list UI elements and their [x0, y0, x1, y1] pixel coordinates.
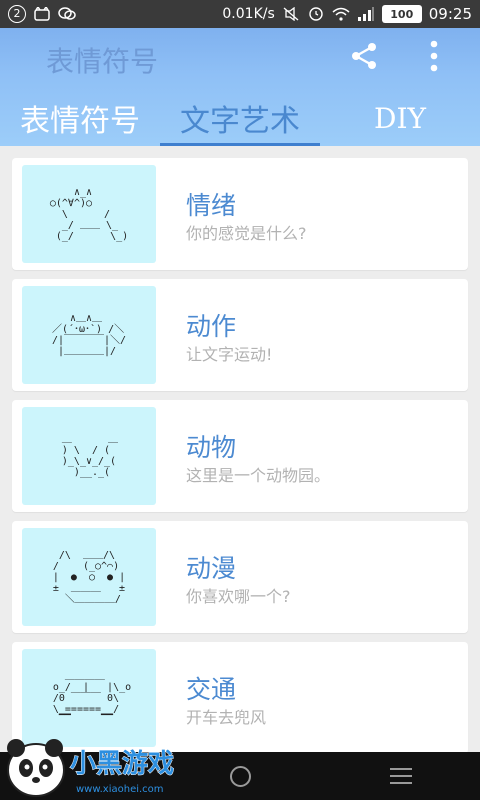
category-subtitle: 这里是一个动物园。: [186, 466, 331, 485]
status-bar: 2 0.01K/s 100 09:25: [0, 0, 480, 28]
category-title: 交通: [186, 675, 237, 704]
category-card-emotion[interactable]: ∧_∧ ○(^∀^)○ \ / _/ ＿＿ \_ (_/ \_) 情绪 你的感觉…: [12, 158, 468, 270]
ascii-art: ∧＿∧＿ ／(´･ω･`) /＼ /|￣￣￣￣|＼/ |＿＿＿＿|/: [51, 313, 127, 357]
category-card-action[interactable]: ∧＿∧＿ ／(´･ω･`) /＼ /|￣￣￣￣|＼/ |＿＿＿＿|/ 动作 让文…: [12, 279, 468, 391]
active-tab-indicator: [160, 143, 320, 146]
ascii-art-thumbnail: ∧＿∧＿ ／(´･ω･`) /＼ /|￣￣￣￣|＼/ |＿＿＿＿|/: [22, 286, 156, 384]
watermark-text: 小黑游戏: [70, 749, 174, 779]
chat-notification-icon: [58, 7, 76, 20]
battery-indicator: 100: [381, 5, 422, 23]
ascii-art-thumbnail: ＿ ＿ ) \ / ( )_\_∨_/_( )__._(: [22, 407, 156, 505]
category-subtitle: 你喜欢哪一个?: [186, 587, 291, 606]
category-card-animal[interactable]: ＿ ＿ ) \ / ( )_\_∨_/_( )__._( 动物 这里是一个动物园…: [12, 400, 468, 512]
home-icon[interactable]: [230, 766, 251, 787]
share-icon[interactable]: [348, 40, 380, 72]
category-subtitle: 开车去兜风: [186, 708, 267, 727]
mute-icon: [283, 7, 299, 21]
alarm-icon: [309, 7, 323, 21]
watermark-logo: 小黑游戏 www.xiaohei.com: [7, 739, 175, 797]
net-speed: 0.01K/s: [222, 6, 275, 22]
menu-icon[interactable]: [390, 768, 412, 784]
tab-bar: 表情符号 文字艺术 DIY: [0, 90, 480, 146]
category-title: 动作: [186, 312, 237, 341]
signal-icon: [357, 7, 374, 21]
app-title: 表情符号: [46, 45, 159, 78]
category-title: 动物: [186, 433, 237, 462]
wifi-icon: [332, 7, 350, 21]
tab-emoticons[interactable]: 表情符号: [0, 90, 160, 146]
cat-notification-icon: [34, 7, 50, 21]
more-vertical-icon[interactable]: [424, 40, 444, 72]
ascii-art: ∧_∧ ○(^∀^)○ \ / _/ ＿＿ \_ (_/ \_): [49, 186, 129, 242]
category-title: 情绪: [186, 191, 237, 220]
notification-count-badge: 2: [8, 5, 26, 23]
clock: 09:25: [428, 5, 472, 23]
ascii-art: ＿＿＿＿ o_/ | |\_o /0 ￣￣￣ 0\ \_======__/ ▔▔…: [52, 670, 132, 726]
tab-diy[interactable]: DIY: [320, 90, 480, 146]
tab-text-art[interactable]: 文字艺术: [160, 90, 320, 146]
ascii-art: /\ ＿＿/\ / (_○^⌒) | ● ○ ● | ± ＿＿＿ ± ＼＿＿＿＿…: [52, 549, 126, 605]
category-card-anime[interactable]: /\ ＿＿/\ / (_○^⌒) | ● ○ ● | ± ＿＿＿ ± ＼＿＿＿＿…: [12, 521, 468, 633]
ascii-art: ＿ ＿ ) \ / ( )_\_∨_/_( )__._(: [61, 434, 119, 478]
ascii-art-thumbnail: /\ ＿＿/\ / (_○^⌒) | ● ○ ● | ± ＿＿＿ ± ＼＿＿＿＿…: [22, 528, 156, 626]
category-subtitle: 你的感觉是什么?: [186, 224, 307, 243]
category-subtitle: 让文字运动!: [186, 345, 273, 364]
category-title: 动漫: [186, 554, 237, 583]
app-header: 表情符号 表情符号 文字艺术 DIY: [0, 28, 480, 146]
ascii-art-thumbnail: ∧_∧ ○(^∀^)○ \ / _/ ＿＿ \_ (_/ \_): [22, 165, 156, 263]
category-list: ∧_∧ ○(^∀^)○ \ / _/ ＿＿ \_ (_/ \_) 情绪 你的感觉…: [12, 158, 468, 763]
watermark-url: www.xiaohei.com: [76, 784, 164, 795]
